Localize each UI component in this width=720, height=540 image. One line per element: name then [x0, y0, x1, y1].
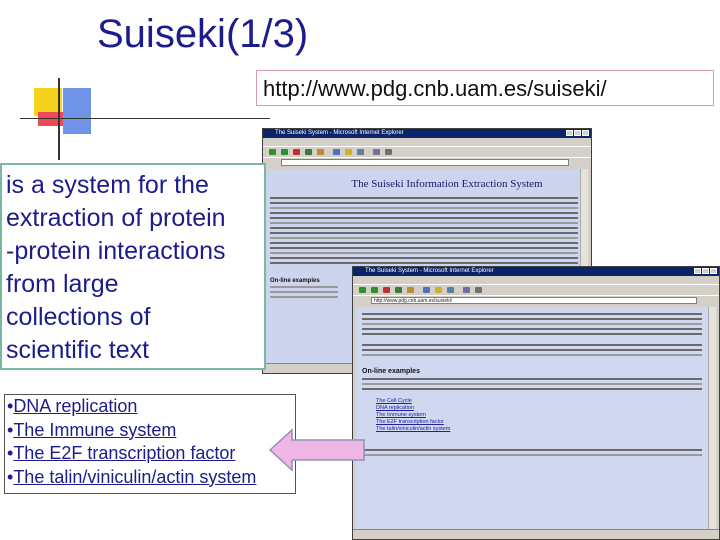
url-link[interactable]: http://www.pdg.cnb.uam.es/suiseki/ — [263, 76, 607, 102]
close-button[interactable] — [582, 130, 589, 136]
minimize-button[interactable] — [566, 130, 573, 136]
description-line: collections of — [6, 303, 151, 331]
close-button[interactable] — [710, 268, 717, 274]
example-links-box: •DNA replication •The Immune system •The… — [4, 394, 296, 494]
refresh-icon[interactable] — [395, 287, 402, 293]
link-immune-system[interactable]: The Immune system — [13, 420, 176, 440]
address-bar — [263, 157, 591, 168]
address-bar: http://www.pdg.cnb.uam.es/suiseki/ — [353, 295, 719, 306]
example-link[interactable]: DNA replication — [376, 405, 716, 412]
forward-icon[interactable] — [281, 149, 288, 155]
example-link[interactable]: The talin/viniculin/actin system — [376, 426, 716, 433]
menu-bar[interactable] — [353, 276, 719, 284]
scrollbar[interactable] — [708, 307, 716, 529]
link-talin-system[interactable]: The talin/viniculin/actin system — [13, 467, 256, 487]
print-icon[interactable] — [385, 149, 392, 155]
link-item: •The Immune system — [7, 419, 295, 443]
print-icon[interactable] — [475, 287, 482, 293]
browser-content: On-line examples The Cell Cycle DNA repl… — [356, 307, 716, 529]
link-item: •DNA replication — [7, 395, 295, 419]
address-field[interactable]: http://www.pdg.cnb.uam.es/suiseki/ — [371, 297, 697, 304]
example-link[interactable]: The Immune system — [376, 412, 716, 419]
forward-icon[interactable] — [371, 287, 378, 293]
minimize-button[interactable] — [694, 268, 701, 274]
status-bar — [353, 529, 719, 539]
description-line: -protein interactions — [6, 237, 226, 265]
address-field[interactable] — [281, 159, 569, 166]
footer-paragraph — [356, 433, 716, 456]
toolbar — [263, 146, 591, 157]
stop-icon[interactable] — [293, 149, 300, 155]
maximize-button[interactable] — [574, 130, 581, 136]
deco-horizontal-line — [20, 118, 270, 119]
menu-bar[interactable] — [263, 138, 591, 146]
refresh-icon[interactable] — [305, 149, 312, 155]
browser-titlebar: The Suiseki System - Microsoft Internet … — [353, 267, 719, 276]
browser-window-front: The Suiseki System - Microsoft Internet … — [352, 266, 720, 540]
description-box: is a system for the extraction of protei… — [0, 163, 266, 370]
history-icon[interactable] — [357, 149, 364, 155]
section-heading: On-line examples — [362, 368, 420, 375]
deco-vertical-line — [58, 78, 60, 160]
mail-icon[interactable] — [463, 287, 470, 293]
favorites-icon[interactable] — [345, 149, 352, 155]
page-paragraph — [356, 307, 716, 356]
toolbar — [353, 284, 719, 295]
description-line: is a system for the — [6, 171, 209, 199]
browser-titlebar: The Suiseki System - Microsoft Internet … — [263, 129, 591, 138]
arrow-shape — [268, 428, 365, 472]
maximize-button[interactable] — [702, 268, 709, 274]
search-icon[interactable] — [333, 149, 340, 155]
description-line: from large — [6, 270, 119, 298]
url-box: http://www.pdg.cnb.uam.es/suiseki/ — [256, 70, 714, 106]
link-e2f-transcription-factor[interactable]: The E2F transcription factor — [13, 443, 235, 463]
favorites-icon[interactable] — [435, 287, 442, 293]
description-line: extraction of protein — [6, 204, 226, 232]
slide-title: Suiseki(1/3) — [97, 12, 309, 56]
page-paragraph — [266, 197, 588, 264]
stop-icon[interactable] — [383, 287, 390, 293]
examples-list: The Cell Cycle DNA replication The Immun… — [376, 398, 716, 433]
link-item: •The E2F transcription factor — [7, 442, 295, 466]
back-icon[interactable] — [269, 149, 276, 155]
example-link[interactable]: The Cell Cycle — [376, 398, 716, 405]
description-text: is a system for the extraction of protei… — [6, 169, 264, 367]
history-icon[interactable] — [447, 287, 454, 293]
link-dna-replication[interactable]: DNA replication — [13, 396, 137, 416]
back-icon[interactable] — [359, 287, 366, 293]
deco-blue-square — [63, 88, 91, 134]
browser-title: The Suiseki System - Microsoft Internet … — [275, 130, 404, 136]
home-icon[interactable] — [317, 149, 324, 155]
search-icon[interactable] — [423, 287, 430, 293]
link-item: •The talin/viniculin/actin system — [7, 466, 295, 490]
description-line: scientific text — [6, 336, 150, 364]
browser-title: The Suiseki System - Microsoft Internet … — [365, 268, 494, 274]
page-heading: The Suiseki Information Extraction Syste… — [351, 178, 543, 190]
mail-icon[interactable] — [373, 149, 380, 155]
home-icon[interactable] — [407, 287, 414, 293]
arrow-icon — [268, 428, 365, 472]
example-link[interactable]: The E2F transcription factor — [376, 419, 716, 426]
